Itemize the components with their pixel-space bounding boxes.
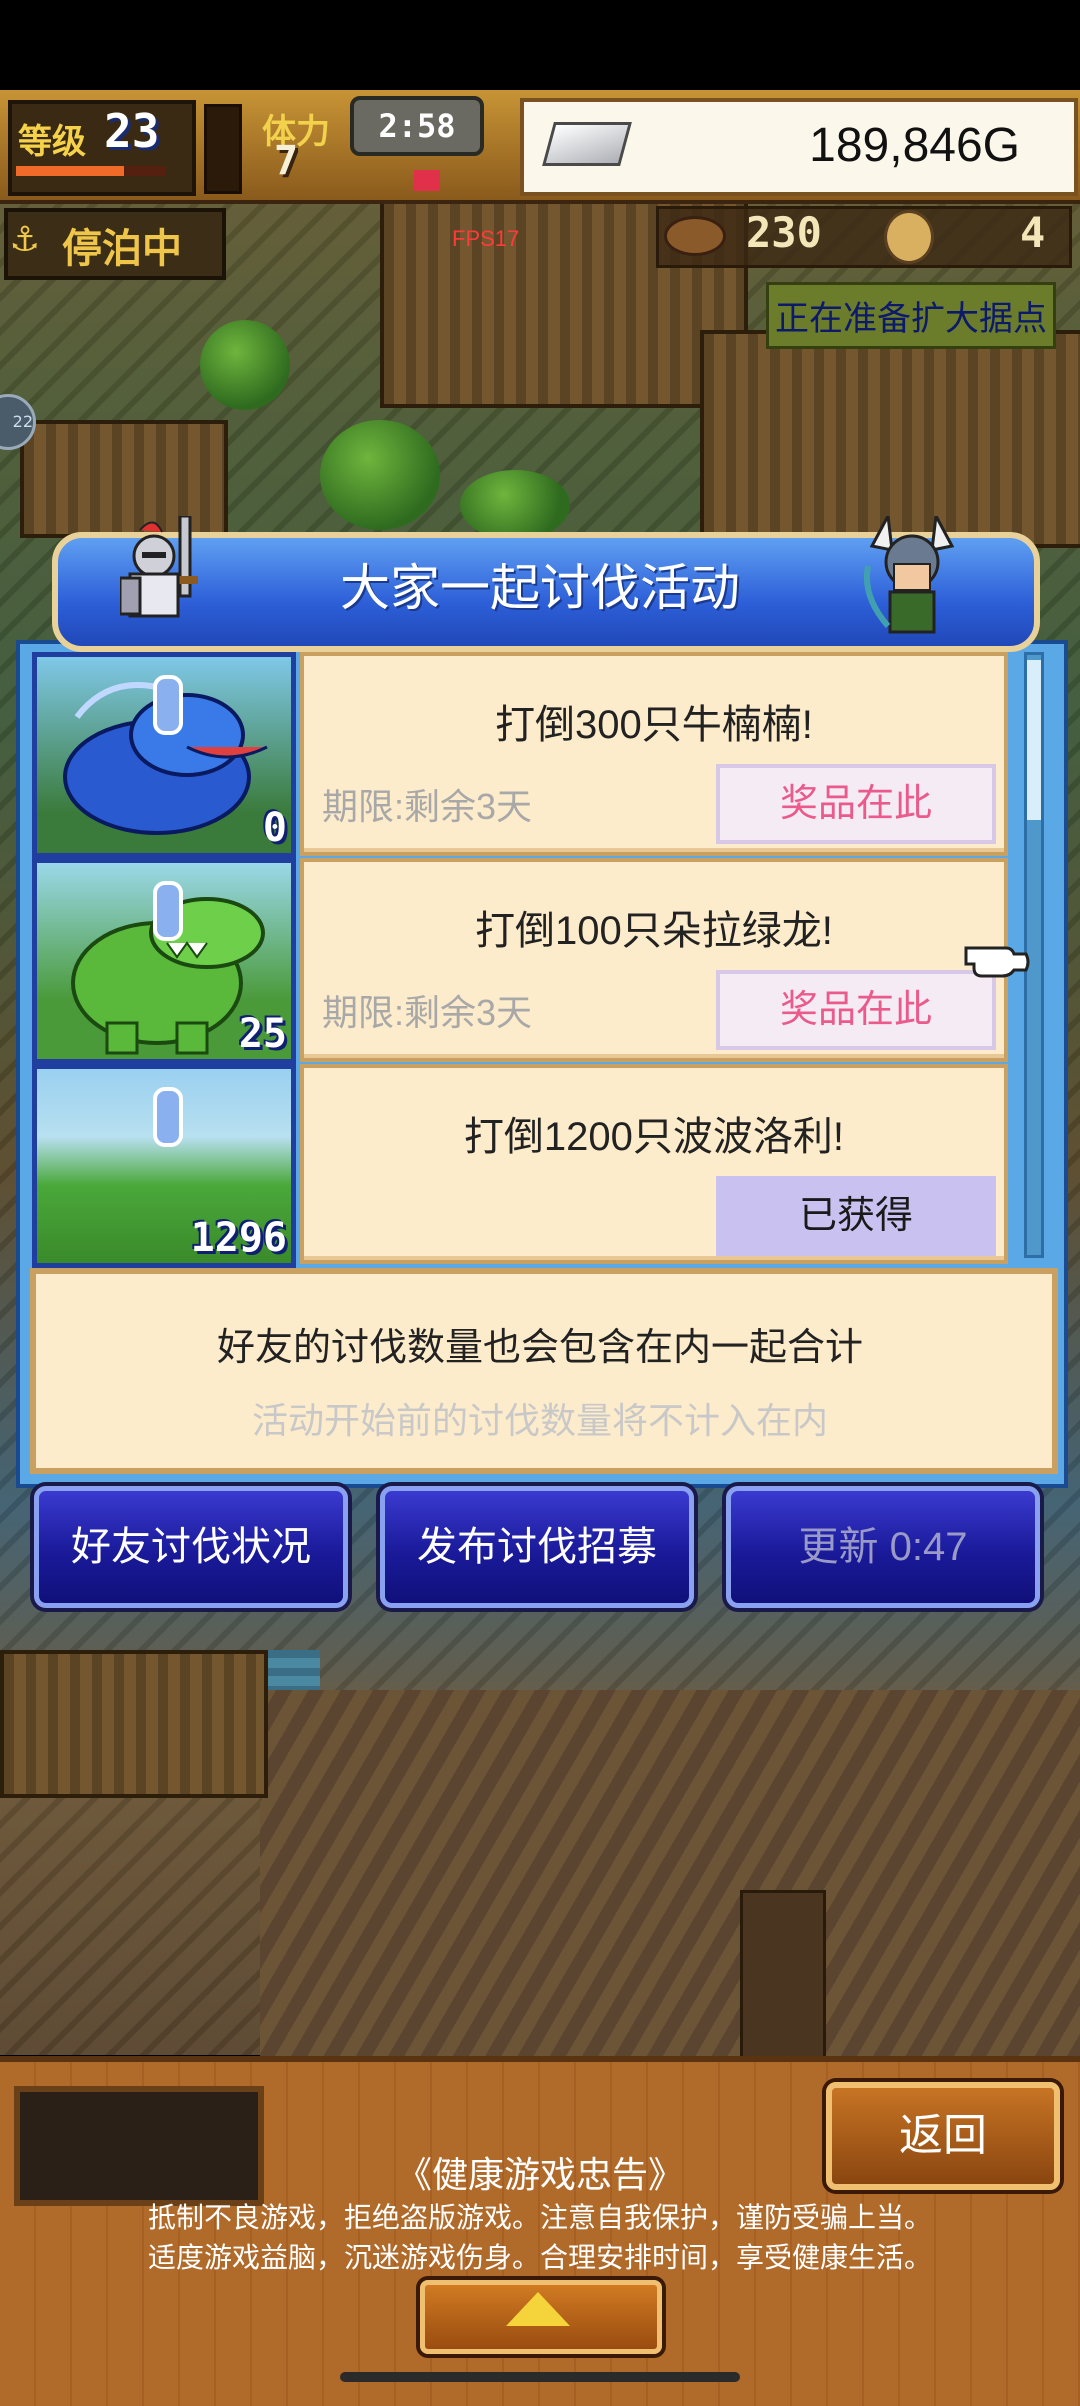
quest-deadline: 期限:剩余3天 — [322, 992, 533, 1033]
anchor-icon: ⚓ — [12, 212, 38, 261]
docked-status-label: 停泊中 — [62, 226, 182, 272]
tree — [200, 320, 290, 410]
stamina-gauge-fill — [414, 170, 440, 191]
quest-card: 打倒1200只波波洛利! 已获得 — [300, 1064, 1008, 1264]
post-recruit-button[interactable]: 发布讨伐招募 — [380, 1486, 694, 1608]
tree — [320, 420, 440, 530]
hand-pointer-icon — [964, 946, 1030, 978]
knight-icon — [120, 516, 198, 618]
monster-portrait-field: 1296 — [32, 1064, 296, 1268]
scrollbar-thumb[interactable] — [1027, 660, 1041, 820]
kill-count: 0 — [262, 805, 287, 851]
fish-icon — [664, 216, 726, 256]
refresh-button[interactable]: 更新 0:47 — [726, 1486, 1040, 1608]
tree — [460, 470, 570, 540]
quest-title: 打倒100只朵拉绿龙! — [475, 909, 833, 953]
friend-status-button[interactable]: 好友讨伐状况 — [34, 1486, 348, 1608]
quest-card: 打倒100只朵拉绿龙! 期限:剩余3天 奖品在此 — [300, 858, 1008, 1062]
quest-title: 打倒300只牛楠楠! — [495, 703, 813, 747]
xp-bar-fill — [16, 166, 124, 176]
health-advisory-line-1: 抵制不良游戏，拒绝盗版游戏。注意自我保护，谨防受骗上当。 — [147, 2202, 932, 2233]
silver-ingot-icon — [542, 122, 632, 166]
status-bar — [0, 0, 1080, 90]
kill-count: 1296 — [190, 1215, 287, 1261]
resource-a-value: 230 — [746, 208, 822, 257]
resource-b-value: 4 — [1020, 208, 1046, 257]
level-label: 等级 — [18, 122, 86, 162]
up-arrow-icon — [506, 2292, 570, 2326]
info-line-2: 活动开始前的讨伐数量将不计入在内 — [251, 1400, 828, 1441]
stamina-value: 7 — [274, 138, 299, 184]
level-value: 23 — [104, 104, 160, 158]
health-advisory-line-2: 适度游戏益脑，沉迷游戏伤身。合理安排时间，享受健康生活。 — [147, 2242, 932, 2273]
gold-amount: 189,846G — [809, 119, 1020, 172]
home-indicator[interactable] — [340, 2372, 740, 2382]
monster-portrait-blue-beast: 0 — [32, 652, 296, 858]
coin-icon — [884, 210, 934, 264]
prize-button[interactable]: 奖品在此 — [716, 970, 996, 1050]
exclamation-icon — [153, 675, 183, 735]
claimed-button[interactable]: 已获得 — [716, 1176, 996, 1256]
prize-button[interactable]: 奖品在此 — [716, 764, 996, 844]
kill-count: 25 — [238, 1011, 287, 1057]
dock-crates — [0, 1650, 268, 1798]
monster-portrait-green-dragon: 25 — [32, 858, 296, 1064]
stamina-timer: 2:58 — [350, 96, 484, 156]
fps-counter: FPS17 — [452, 226, 520, 251]
quest-title: 打倒1200只波波洛利! — [463, 1115, 845, 1159]
stamina-gauge — [204, 104, 440, 194]
quest-deadline: 期限:剩余3天 — [322, 786, 533, 827]
exclamation-icon — [153, 881, 183, 941]
expand-base-notice[interactable]: 正在准备扩大据点 — [766, 282, 1056, 349]
viking-icon — [863, 516, 955, 634]
exclamation-icon — [153, 1087, 183, 1147]
quest-card: 打倒300只牛楠楠! 期限:剩余3天 奖品在此 — [300, 652, 1008, 856]
health-advisory-title: 《健康游戏忠告》 — [395, 2154, 684, 2195]
info-line-1: 好友的讨伐数量也会包含在内一起合计 — [216, 1327, 863, 1369]
